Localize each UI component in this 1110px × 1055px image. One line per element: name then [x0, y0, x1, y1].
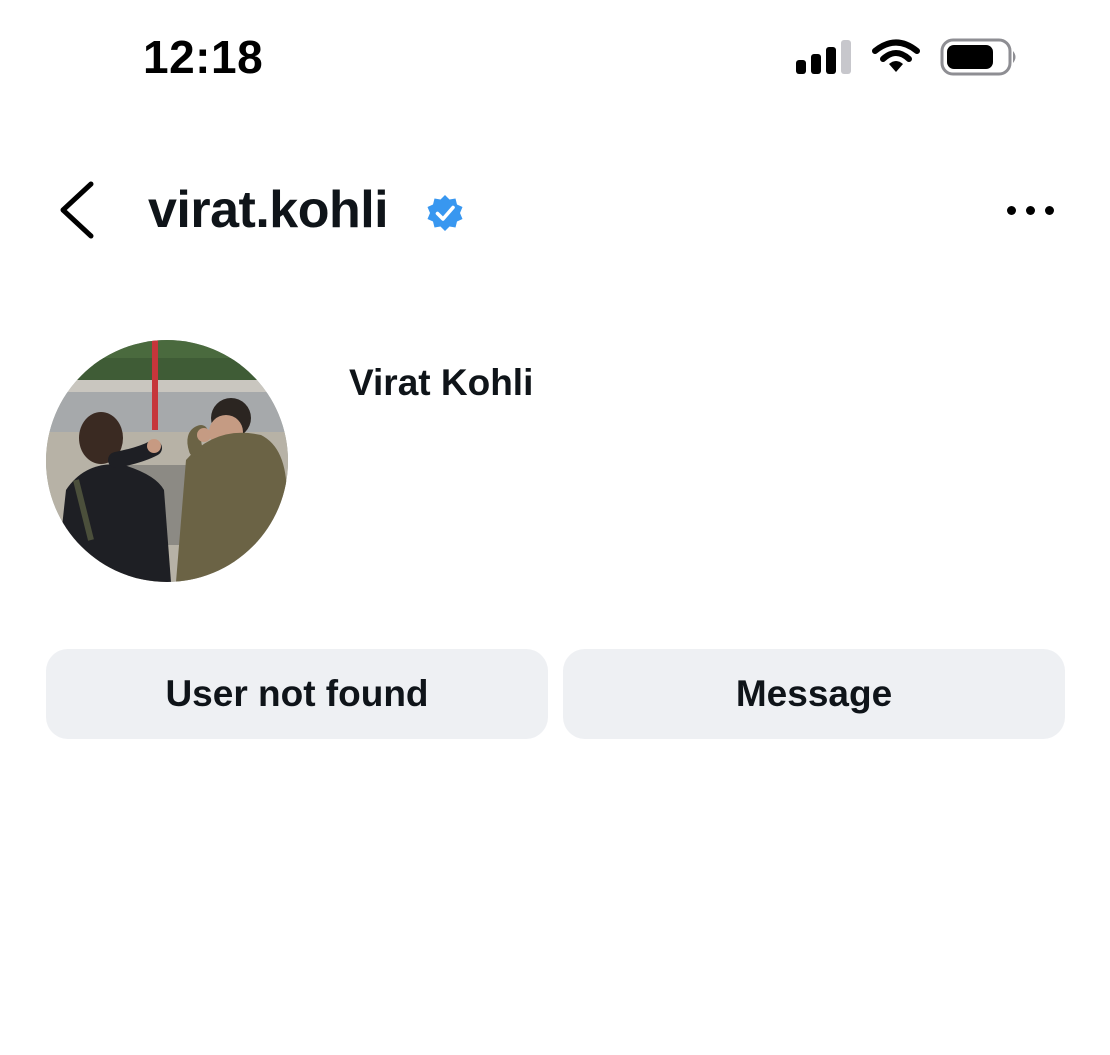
profile-display-name: Virat Kohli — [349, 362, 534, 403]
battery-icon — [940, 38, 1020, 76]
status-time: 12:18 — [143, 31, 264, 83]
user-not-found-button[interactable]: User not found — [46, 649, 548, 739]
avatar[interactable] — [46, 340, 288, 582]
message-button[interactable]: Message — [563, 649, 1065, 739]
back-button[interactable] — [55, 178, 99, 242]
status-bar: 12:18 — [0, 0, 1110, 110]
verified-badge-icon — [426, 194, 464, 232]
more-horizontal-icon — [1007, 206, 1016, 215]
cellular-signal-icon — [796, 40, 852, 74]
wifi-icon — [872, 38, 920, 74]
chevron-left-icon — [60, 181, 94, 239]
profile-username: virat.kohli — [148, 181, 389, 239]
profile-photo — [46, 340, 288, 582]
more-options-button[interactable] — [1005, 196, 1055, 226]
